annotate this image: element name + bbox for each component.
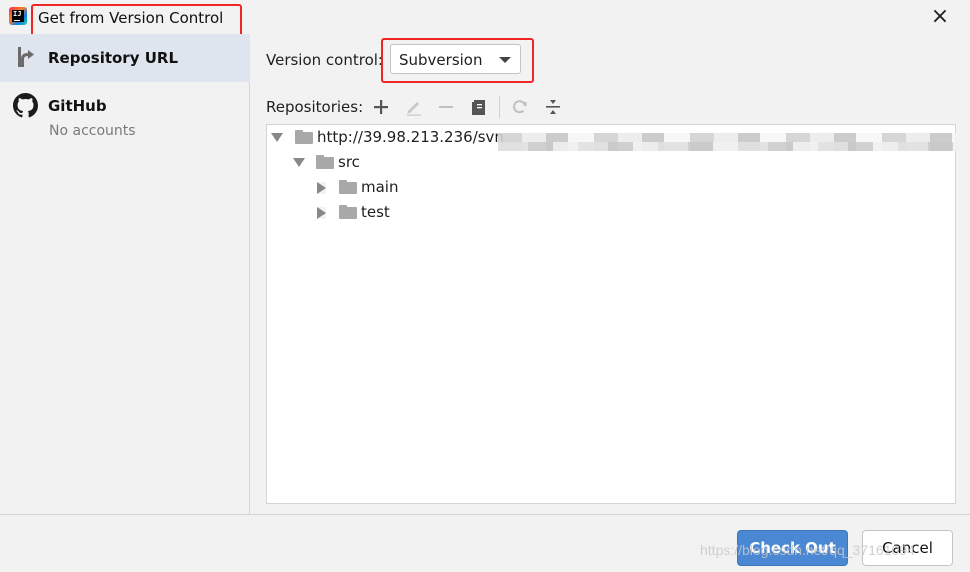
folder-icon: [339, 205, 357, 219]
version-control-dropdown[interactable]: Subversion: [390, 44, 521, 74]
version-control-label: Version control:: [266, 51, 383, 69]
dialog-title: Get from Version Control: [38, 9, 224, 27]
edit-icon[interactable]: [404, 97, 424, 117]
folder-icon: [316, 155, 334, 169]
github-icon: [13, 93, 38, 118]
sidebar-item-github[interactable]: GitHub No accounts: [0, 82, 250, 152]
expand-arrow-icon[interactable]: [293, 158, 305, 167]
collapsed-arrow-icon[interactable]: [317, 207, 326, 219]
add-icon[interactable]: [371, 97, 391, 117]
main-panel: Version control: Subversion Repositories…: [250, 34, 970, 514]
cancel-button[interactable]: Cancel: [862, 530, 953, 566]
tree-node-main[interactable]: main: [317, 177, 617, 199]
sidebar-item-repository-url[interactable]: Repository URL: [0, 34, 250, 82]
expand-arrow-icon[interactable]: [271, 133, 283, 142]
sidebar-item-label: Repository URL: [48, 49, 178, 67]
tree-node-label: src: [338, 153, 360, 171]
browse-icon[interactable]: [469, 97, 489, 117]
tree-node-label: main: [361, 178, 399, 196]
remove-icon[interactable]: [436, 97, 456, 117]
tree-node-root[interactable]: http://39.98.213.236/svn: [271, 127, 958, 151]
tree-node-label: http://39.98.213.236/svn: [317, 128, 504, 146]
repository-tree[interactable]: http://39.98.213.236/svn src main test: [266, 124, 958, 504]
intellij-app-icon: IJ: [9, 7, 27, 25]
tree-node-test[interactable]: test: [317, 202, 617, 224]
folder-icon: [339, 180, 357, 194]
toolbar-separator: [499, 96, 500, 118]
vcs-icon: [18, 47, 34, 67]
close-button[interactable]: ×: [928, 6, 952, 28]
sidebar: Repository URL GitHub No accounts: [0, 34, 250, 514]
repositories-label: Repositories:: [266, 98, 364, 116]
github-accounts-status: No accounts: [49, 123, 136, 139]
button-bar: Check Out Cancel https://blog.csdn.net/q…: [0, 514, 970, 572]
collapsed-arrow-icon[interactable]: [317, 182, 326, 194]
version-control-value: Subversion: [399, 51, 483, 69]
check-out-button[interactable]: Check Out: [737, 530, 848, 566]
title-bar: IJ Get from Version Control ×: [0, 0, 970, 34]
tree-node-src[interactable]: src: [293, 152, 593, 174]
redacted-mosaic: [498, 133, 958, 151]
folder-icon: [295, 130, 313, 144]
tree-node-label: test: [361, 203, 390, 221]
collapse-icon[interactable]: [543, 97, 563, 117]
chevron-down-icon: [499, 57, 511, 63]
sidebar-item-label: GitHub: [48, 97, 107, 115]
refresh-icon[interactable]: [510, 97, 530, 117]
